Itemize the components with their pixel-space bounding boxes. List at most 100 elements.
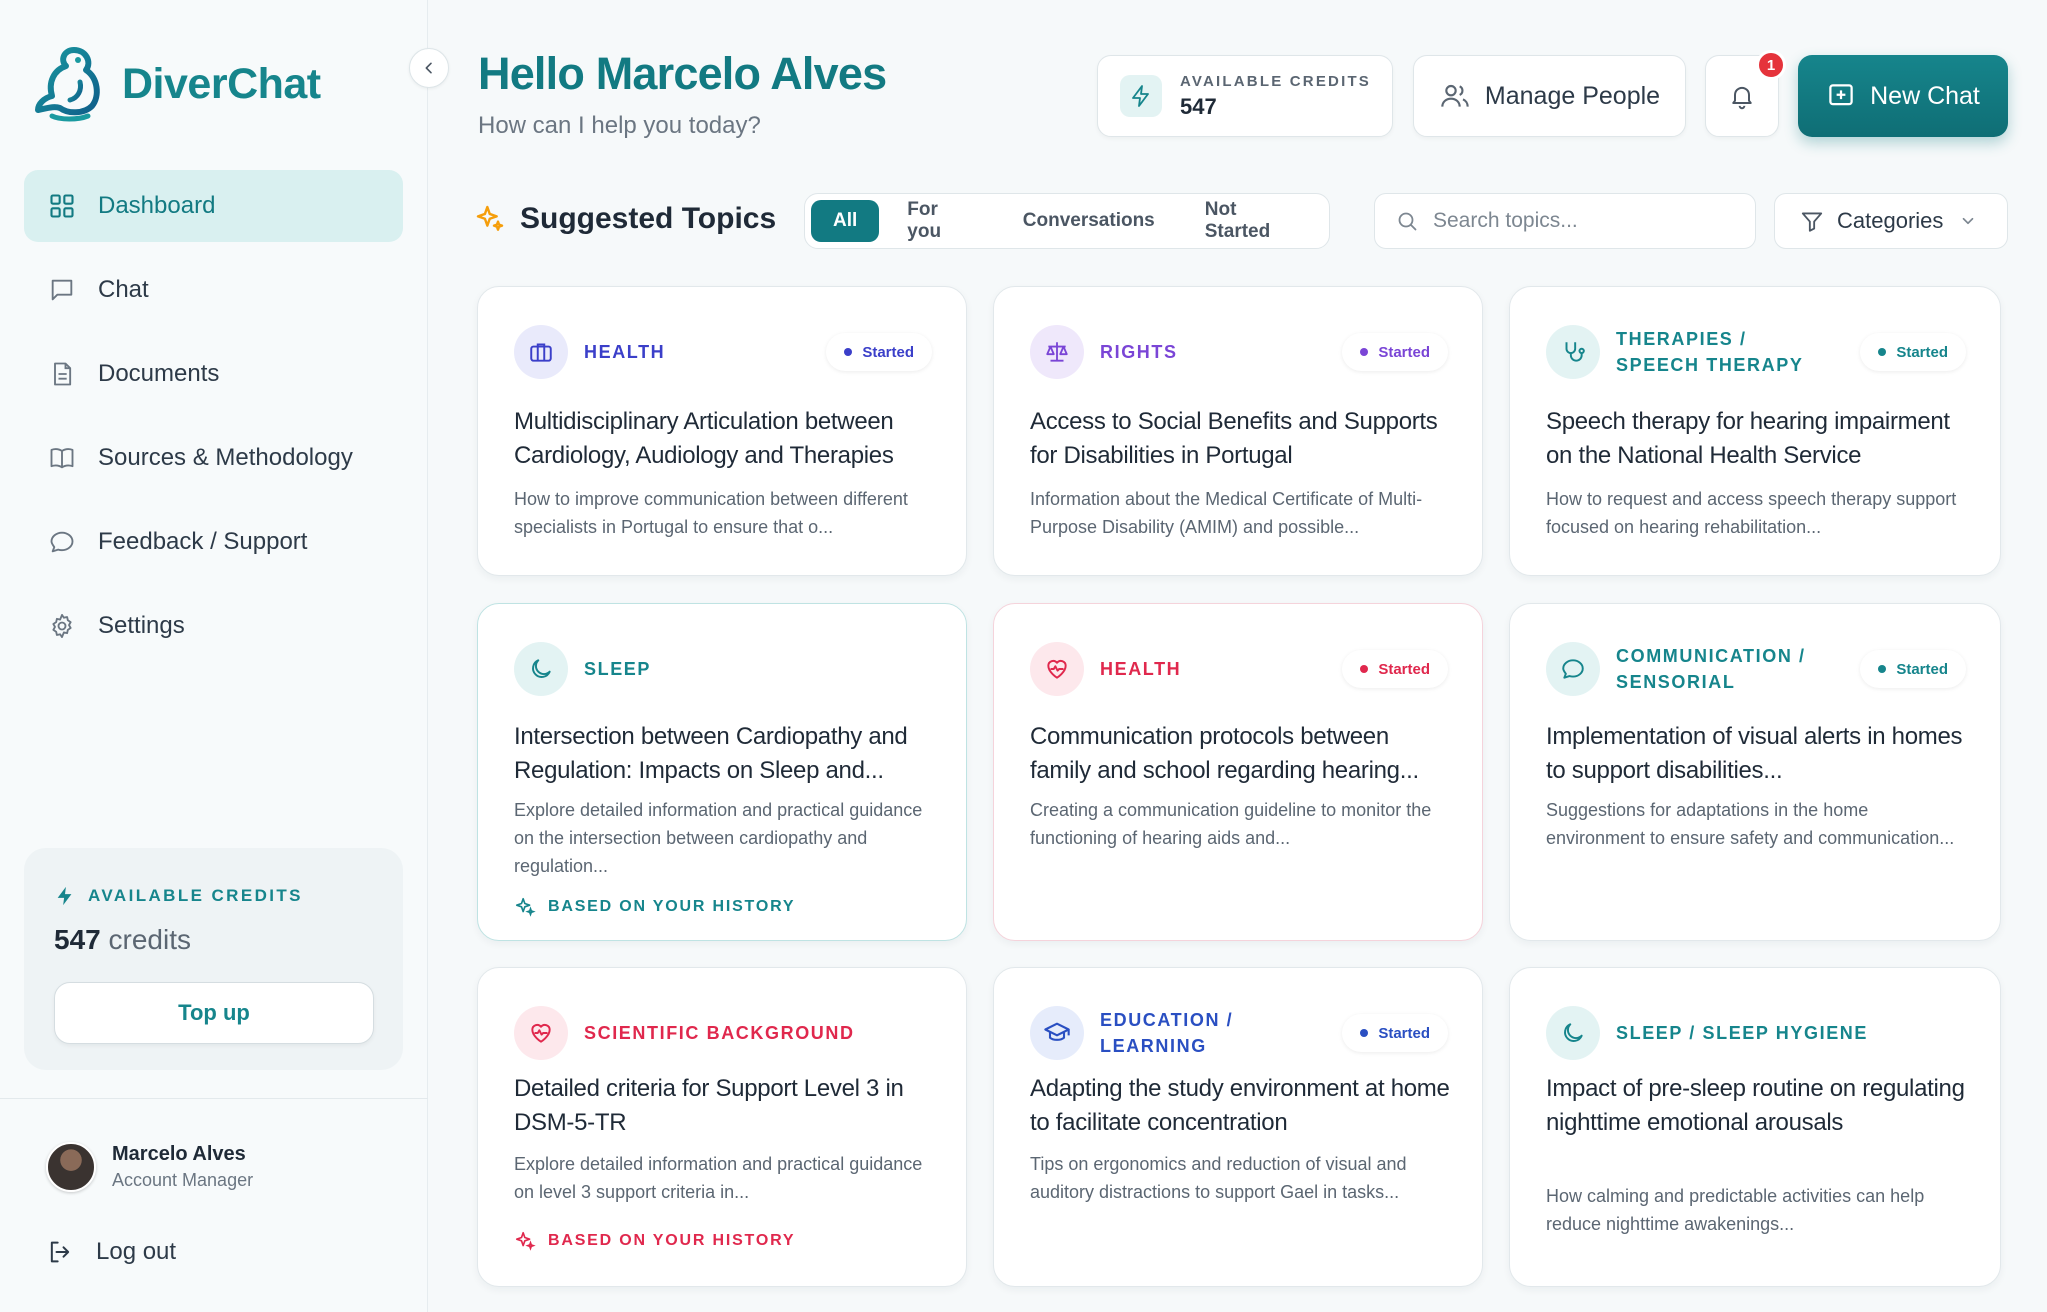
logout-button[interactable]: Log out bbox=[46, 1238, 176, 1266]
tab-for-you[interactable]: For you bbox=[885, 199, 994, 242]
status-text: Started bbox=[1896, 343, 1948, 361]
topic-card[interactable]: EDUCATION / LEARNING Started Adapting th… bbox=[993, 967, 1483, 1287]
notifications-button[interactable]: 1 bbox=[1705, 50, 1786, 137]
topic-card[interactable]: COMMUNICATION / SENSORIAL Started Implem… bbox=[1509, 603, 2001, 941]
history-label: BASED ON YOUR HISTORY bbox=[548, 1232, 796, 1249]
user-profile[interactable]: Marcelo Alves Account Manager bbox=[46, 1142, 253, 1192]
credits-amount: 547 bbox=[54, 924, 101, 955]
lightning-icon bbox=[1120, 75, 1162, 117]
chevron-left-icon bbox=[425, 62, 432, 74]
category-label: THERAPIES / SPEECH THERAPY bbox=[1616, 329, 1804, 375]
category-label: SLEEP / SLEEP HYGIENE bbox=[1616, 1023, 1869, 1043]
sidebar-item-chat[interactable]: Chat bbox=[24, 254, 403, 326]
card-description: How to improve communication between dif… bbox=[514, 489, 908, 537]
section-title-text: Suggested Topics bbox=[520, 202, 777, 235]
card-title: Implementation of visual alerts in homes… bbox=[1546, 723, 1963, 784]
sidebar-item-label: Documents bbox=[98, 360, 220, 387]
sidebar-item-sources[interactable]: Sources & Methodology bbox=[24, 422, 403, 494]
card-description: How calming and predictable activities c… bbox=[1546, 1186, 1925, 1234]
user-name: Marcelo Alves bbox=[112, 1143, 246, 1165]
card-description: Suggestions for adaptations in the home … bbox=[1546, 800, 1955, 848]
feedback-icon bbox=[50, 531, 74, 553]
suggested-topics-heading: Suggested Topics bbox=[474, 202, 776, 236]
categories-dropdown[interactable]: Categories bbox=[1774, 193, 2008, 249]
new-chat-icon bbox=[1829, 84, 1853, 106]
collapse-sidebar-button[interactable] bbox=[409, 48, 449, 88]
divider bbox=[0, 1098, 428, 1099]
card-title: Intersection between Cardiopathy and Reg… bbox=[514, 723, 908, 784]
app-name: DiverChat bbox=[122, 59, 321, 108]
credits-label: AVAILABLE CREDITS bbox=[88, 886, 303, 905]
status-badge: Started bbox=[1860, 333, 1966, 371]
categories-label: Categories bbox=[1837, 208, 1944, 233]
new-chat-button[interactable]: New Chat bbox=[1798, 55, 2008, 137]
page-title: Hello Marcelo Alves bbox=[478, 48, 887, 99]
topic-card[interactable]: SLEEP / SLEEP HYGIENE Impact of pre-slee… bbox=[1509, 967, 2001, 1287]
credits-heading: AVAILABLE CREDITS bbox=[54, 884, 303, 908]
search-input[interactable] bbox=[1433, 209, 1733, 233]
card-title: Access to Social Benefits and Supports f… bbox=[1030, 408, 1438, 469]
chat-icon bbox=[51, 279, 73, 301]
avatar bbox=[46, 1142, 96, 1192]
topic-card[interactable]: SLEEP Intersection between Cardiopathy a… bbox=[477, 603, 967, 941]
topic-card[interactable]: HEALTH Started Communication protocols b… bbox=[993, 603, 1483, 941]
status-text: Started bbox=[1378, 343, 1430, 361]
heart-pulse-icon bbox=[1030, 642, 1084, 696]
sidebar-item-documents[interactable]: Documents bbox=[24, 338, 403, 410]
dashboard-icon bbox=[50, 194, 74, 218]
page-subtitle: How can I help you today? bbox=[478, 112, 761, 139]
topic-filter-tabs: All For you Conversations Not Started bbox=[804, 193, 1330, 249]
graduation-cap-icon bbox=[1030, 1006, 1084, 1060]
history-label: BASED ON YOUR HISTORY bbox=[548, 898, 796, 915]
card-title: Multidisciplinary Articulation between C… bbox=[514, 408, 894, 469]
status-text: Started bbox=[1378, 660, 1430, 678]
top-up-button[interactable]: Top up bbox=[54, 982, 374, 1044]
user-role: Account Manager bbox=[112, 1170, 254, 1190]
sparkle-icon bbox=[476, 205, 504, 231]
tab-not-started[interactable]: Not Started bbox=[1183, 199, 1323, 242]
message-icon bbox=[1546, 642, 1600, 696]
lightning-icon bbox=[57, 886, 72, 906]
card-description: Creating a communication guideline to mo… bbox=[1030, 800, 1432, 848]
card-description: Explore detailed information and practic… bbox=[514, 1154, 923, 1202]
tab-conversations[interactable]: Conversations bbox=[1001, 200, 1177, 242]
heart-pulse-icon bbox=[514, 1006, 568, 1060]
sidebar-item-dashboard[interactable]: Dashboard bbox=[24, 170, 403, 242]
category-label: HEALTH bbox=[1100, 659, 1182, 679]
sidebar-item-settings[interactable]: Settings bbox=[24, 590, 403, 662]
category-label: RIGHTS bbox=[1100, 342, 1178, 362]
manage-people-label: Manage People bbox=[1484, 81, 1661, 110]
topic-card[interactable]: HEALTH Started Multidisciplinary Articul… bbox=[477, 286, 967, 576]
search-box bbox=[1374, 193, 1756, 249]
card-title: Adapting the study environment at home t… bbox=[1030, 1075, 1450, 1136]
stethoscope-icon bbox=[1546, 325, 1600, 379]
status-badge: Started bbox=[826, 333, 932, 371]
sidebar-item-feedback[interactable]: Feedback / Support bbox=[24, 506, 403, 578]
briefcase-icon bbox=[514, 325, 568, 379]
manage-people-button[interactable]: Manage People bbox=[1413, 55, 1686, 137]
header-credits-label: AVAILABLE CREDITS bbox=[1180, 72, 1372, 90]
topic-card[interactable]: THERAPIES / SPEECH THERAPY Started Speec… bbox=[1509, 286, 2001, 576]
logout-label: Log out bbox=[96, 1238, 177, 1265]
card-description: Information about the Medical Certificat… bbox=[1030, 489, 1423, 537]
category-label: SCIENTIFIC BACKGROUND bbox=[584, 1023, 855, 1043]
status-text: Started bbox=[1378, 1024, 1430, 1042]
sidebar-credits-card: AVAILABLE CREDITS 547 credits Top up bbox=[24, 848, 403, 1070]
sidebar-item-label: Feedback / Support bbox=[98, 528, 308, 555]
app-logo[interactable]: DiverChat bbox=[34, 44, 321, 124]
card-title: Impact of pre-sleep routine on regulatin… bbox=[1546, 1075, 1965, 1136]
card-description: How to request and access speech therapy… bbox=[1546, 489, 1957, 537]
status-badge: Started bbox=[1342, 650, 1448, 688]
credits-value: 547 credits bbox=[54, 924, 191, 956]
scale-icon bbox=[1030, 325, 1084, 379]
status-text: Started bbox=[1896, 660, 1948, 678]
tab-all[interactable]: All bbox=[811, 200, 880, 242]
logout-icon bbox=[50, 1241, 70, 1263]
header-credits-value: 547 bbox=[1180, 93, 1217, 119]
sparkle-icon bbox=[515, 1231, 536, 1251]
topic-card[interactable]: SCIENTIFIC BACKGROUND Detailed criteria … bbox=[477, 967, 967, 1287]
status-badge: Started bbox=[1342, 1014, 1448, 1052]
credits-unit: credits bbox=[108, 924, 191, 955]
topic-card[interactable]: RIGHTS Started Access to Social Benefits… bbox=[993, 286, 1483, 576]
users-icon bbox=[1441, 84, 1469, 107]
